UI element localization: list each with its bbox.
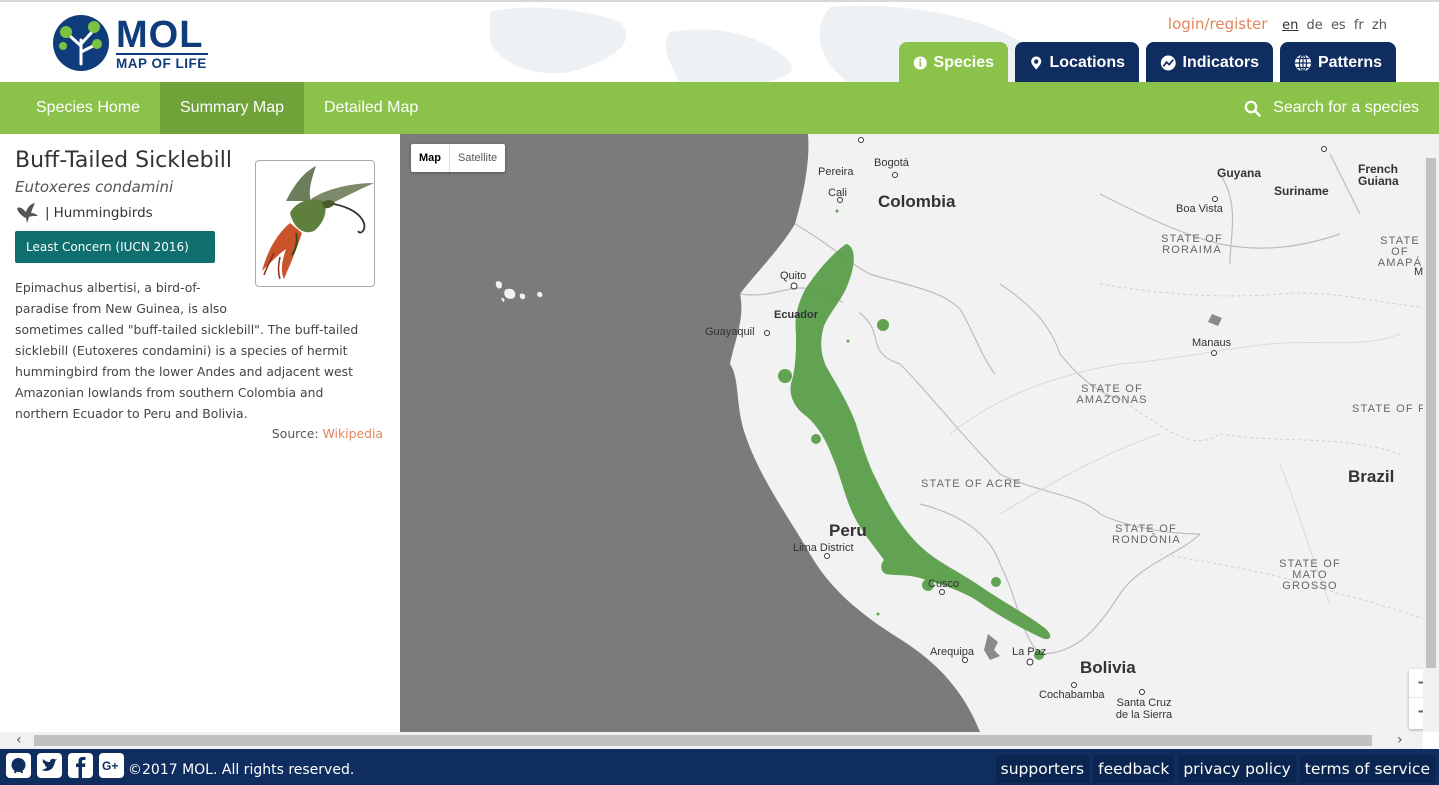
map-label-bogota: Bogotá — [874, 157, 909, 169]
sub-navigation: Species Home Summary Map Detailed Map Se… — [0, 82, 1439, 134]
map-label-guyana: Guyana — [1217, 166, 1262, 180]
logo-divider — [116, 53, 208, 55]
species-image[interactable] — [255, 160, 375, 287]
footer-links: supporters feedback privacy policy terms… — [992, 755, 1435, 783]
map-label-brazil: Brazil — [1348, 467, 1395, 486]
source-link-wikipedia[interactable]: Wikipedia — [323, 426, 383, 441]
copyright-text: ©2017 MOL. All rights reserved. — [128, 762, 355, 778]
brand-subtitle: MAP OF LIFE — [116, 56, 207, 71]
map-label-manaus: Manaus — [1192, 337, 1232, 349]
tab-indicators[interactable]: Indicators — [1146, 42, 1273, 82]
tab-indicators-label: Indicators — [1182, 54, 1259, 71]
map-label-amapa: STATE OF AMAPÁ — [1377, 235, 1423, 269]
search-placeholder: Search for a species — [1273, 99, 1419, 116]
map-type-satellite-button[interactable]: Satellite — [450, 144, 505, 172]
map-label-bolivia: Bolivia — [1080, 658, 1136, 677]
tab-locations[interactable]: Locations — [1015, 42, 1139, 82]
tab-patterns-label: Patterns — [1317, 54, 1382, 71]
map-canvas[interactable] — [400, 134, 1439, 732]
tab-patterns[interactable]: Patterns — [1280, 42, 1396, 82]
language-selector: en de es fr zh — [1278, 18, 1387, 33]
page-horizontal-scrollbar[interactable]: ‹ › — [0, 732, 1423, 749]
species-panel: Buff-Tailed Sicklebill Eutoxeres condami… — [0, 134, 400, 732]
tab-locations-label: Locations — [1049, 54, 1125, 71]
conservation-status-badge[interactable]: Least Concern (IUCN 2016) — [15, 231, 215, 263]
map-label-french-guiana: French Guiana — [1358, 162, 1399, 188]
app: MOL MAP OF LIFE login/register en de es … — [0, 0, 1439, 785]
svg-text:G+: G+ — [102, 759, 118, 773]
bird-silhouette-icon — [17, 203, 38, 223]
map-type-control: Map Satellite — [411, 144, 506, 172]
twitter-icon[interactable] — [37, 753, 62, 778]
scroll-right-arrow-icon[interactable]: › — [1397, 732, 1403, 749]
range-map[interactable]: Map Satellite Pereira Bogotá Cali Colomb… — [400, 134, 1439, 732]
lang-fr[interactable]: fr — [1354, 18, 1364, 33]
map-label-arequipa: Arequipa — [930, 646, 975, 658]
description-intro: Epimachus albertisi, a bird-of-paradise … — [15, 280, 227, 316]
scrollbar-thumb[interactable] — [34, 735, 1372, 746]
footer-link-terms-of-service[interactable]: terms of service — [1299, 755, 1435, 783]
map-label-cali: Cali — [828, 187, 847, 199]
logo[interactable]: MOL MAP OF LIFE — [52, 14, 222, 74]
map-pin-icon — [1031, 56, 1042, 70]
scroll-left-arrow-icon[interactable]: ‹ — [16, 732, 22, 749]
map-label-quito: Quito — [780, 270, 807, 282]
species-common-name: Buff-Tailed Sicklebill — [15, 148, 232, 173]
map-label-amazonas: STATE OF AMAZONAS — [1076, 383, 1148, 406]
map-label-cusco: Cusco — [928, 578, 960, 590]
nav-detailed-map[interactable]: Detailed Map — [304, 82, 438, 134]
map-label-roraima: STATE OF RORAIMA — [1161, 233, 1223, 256]
map-label-boa-vista: Boa Vista — [1176, 203, 1223, 215]
species-group-label[interactable]: Hummingbirds — [54, 205, 153, 221]
nav-species-home[interactable]: Species Home — [16, 82, 160, 134]
lang-es[interactable]: es — [1331, 18, 1346, 33]
login-register-link[interactable]: login/register — [1168, 15, 1267, 33]
google-plus-icon[interactable]: G+ — [99, 753, 124, 778]
map-label-mato-grosso: STATE OF MATO GROSSO — [1279, 558, 1341, 592]
species-group: | Hummingbirds — [15, 202, 153, 224]
map-label-acre: STATE OF ACRE — [921, 478, 1022, 490]
source-label: Source: — [271, 426, 319, 441]
logo-globe-icon — [53, 15, 109, 71]
map-label-santa-cruz: Santa Cruz de la Sierra — [1115, 697, 1173, 721]
map-vertical-scrollbar[interactable] — [1423, 134, 1439, 732]
map-type-map-button[interactable]: Map — [411, 144, 450, 172]
footer-link-supporters[interactable]: supporters — [995, 755, 1090, 783]
tab-species-label: Species — [933, 54, 994, 71]
facebook-icon[interactable] — [68, 753, 93, 778]
map-label-rondonia: STATE OF RONDÔNIA — [1112, 523, 1181, 546]
map-label-pereira: Pereira — [818, 166, 854, 178]
species-search[interactable]: Search for a species — [1244, 82, 1419, 134]
brand-name: MOL — [116, 14, 204, 56]
map-label-lima: Lima District — [793, 542, 854, 554]
nav-summary-map[interactable]: Summary Map — [160, 82, 305, 134]
map-label-cochabamba: Cochabamba — [1039, 689, 1105, 701]
map-label-suriname: Suriname — [1274, 184, 1329, 198]
lang-en[interactable]: en — [1282, 18, 1298, 33]
description-body: sometimes called "buff-tailed sicklebill… — [15, 322, 359, 421]
map-label-guayaquil: Guayaquil — [705, 326, 755, 338]
map-label-ecuador: Ecuador — [774, 309, 819, 321]
globe-icon — [1294, 54, 1312, 72]
footer-link-privacy-policy[interactable]: privacy policy — [1178, 755, 1296, 783]
auth-area: login/register en de es fr zh — [1168, 15, 1387, 33]
github-icon[interactable] — [6, 753, 31, 778]
trend-chart-icon — [1160, 55, 1176, 71]
lang-zh[interactable]: zh — [1372, 18, 1387, 33]
map-label-peru: Peru — [829, 521, 867, 540]
lang-de[interactable]: de — [1307, 18, 1323, 33]
map-label-la-paz: La Paz — [1012, 646, 1047, 658]
map-label-colombia: Colombia — [878, 192, 956, 211]
footer: G+ ©2017 MOL. All rights reserved. suppo… — [0, 749, 1439, 785]
description-source: Source: Wikipedia — [272, 426, 383, 441]
header: MOL MAP OF LIFE login/register en de es … — [0, 0, 1439, 82]
main-tabs: Species Locations Indicators Patterns — [899, 42, 1403, 82]
footer-link-feedback[interactable]: feedback — [1093, 755, 1175, 783]
species-scientific-name: Eutoxeres condamini — [15, 178, 174, 196]
info-icon — [913, 56, 927, 70]
social-links: G+ — [6, 753, 130, 778]
search-icon — [1244, 100, 1261, 117]
tab-species[interactable]: Species — [899, 42, 1008, 82]
